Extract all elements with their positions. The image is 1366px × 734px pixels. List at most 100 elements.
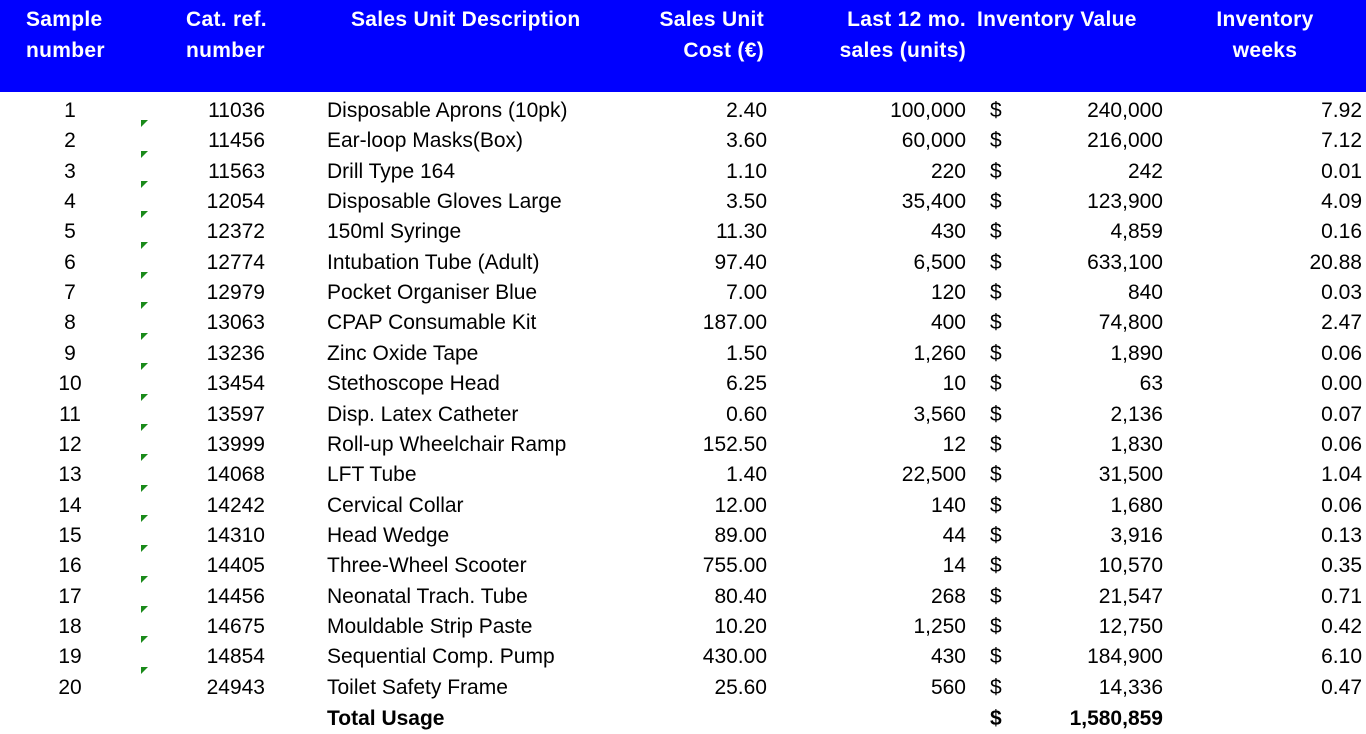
cell-cat-ref[interactable]: 14405 (160, 551, 265, 581)
cell-inventory-weeks[interactable]: 0.42 (1200, 612, 1362, 642)
cell-unit-cost[interactable]: 3.50 (640, 187, 767, 217)
cell-inventory-weeks[interactable]: 0.13 (1200, 521, 1362, 551)
cell-inventory-weeks[interactable]: 6.10 (1200, 642, 1362, 672)
error-indicator-icon[interactable] (141, 181, 148, 189)
cell-inventory-weeks[interactable]: 0.07 (1200, 400, 1362, 430)
cell-inventory-value[interactable]: 4,859 (1010, 217, 1163, 247)
cell-inventory-value[interactable]: 216,000 (1010, 126, 1163, 156)
cell-inventory-weeks[interactable]: 20.88 (1200, 248, 1362, 278)
cell-sample-number[interactable]: 13 (30, 460, 110, 490)
cell-sample-number[interactable]: 6 (30, 248, 110, 278)
error-indicator-icon[interactable] (141, 605, 148, 613)
cell-sample-number[interactable]: 16 (30, 551, 110, 581)
cell-sales-units[interactable]: 400 (800, 308, 966, 338)
error-indicator-icon[interactable] (141, 150, 148, 158)
error-indicator-icon[interactable] (141, 363, 148, 371)
cell-description[interactable]: Intubation Tube (Adult) (327, 248, 627, 278)
cell-sample-number[interactable]: 19 (30, 642, 110, 672)
cell-description[interactable]: Toilet Safety Frame (327, 673, 627, 703)
cell-description[interactable]: Stethoscope Head (327, 369, 627, 399)
header-inventory-value[interactable]: Inventory Value (977, 4, 1137, 35)
cell-sample-number[interactable]: 12 (30, 430, 110, 460)
cell-sales-units[interactable]: 10 (800, 369, 966, 399)
cell-description[interactable]: Roll-up Wheelchair Ramp (327, 430, 627, 460)
cell-inventory-value[interactable]: 10,570 (1010, 551, 1163, 581)
cell-unit-cost[interactable]: 187.00 (640, 308, 767, 338)
cell-cat-ref[interactable]: 13454 (160, 369, 265, 399)
cell-unit-cost[interactable]: 11.30 (640, 217, 767, 247)
cell-sales-units[interactable]: 430 (800, 642, 966, 672)
cell-inventory-value[interactable]: 2,136 (1010, 400, 1163, 430)
cell-sales-units[interactable]: 268 (800, 582, 966, 612)
cell-sample-number[interactable]: 14 (30, 491, 110, 521)
cell-inventory-weeks[interactable]: 0.06 (1200, 339, 1362, 369)
cell-cat-ref[interactable]: 11563 (160, 157, 265, 187)
cell-inventory-value[interactable]: 240,000 (1010, 96, 1163, 126)
cell-inventory-value[interactable]: 74,800 (1010, 308, 1163, 338)
error-indicator-icon[interactable] (141, 575, 148, 583)
cell-inventory-value[interactable]: 840 (1010, 278, 1163, 308)
cell-unit-cost[interactable]: 3.60 (640, 126, 767, 156)
cell-unit-cost[interactable]: 89.00 (640, 521, 767, 551)
cell-inventory-value[interactable]: 1,680 (1010, 491, 1163, 521)
cell-sample-number[interactable]: 18 (30, 612, 110, 642)
cell-cat-ref[interactable]: 13999 (160, 430, 265, 460)
cell-unit-cost[interactable]: 12.00 (640, 491, 767, 521)
cell-unit-cost[interactable]: 430.00 (640, 642, 767, 672)
cell-sample-number[interactable]: 11 (30, 400, 110, 430)
cell-cat-ref[interactable]: 13236 (160, 339, 265, 369)
cell-sample-number[interactable]: 7 (30, 278, 110, 308)
cell-inventory-value[interactable]: 184,900 (1010, 642, 1163, 672)
header-sample-number[interactable]: Sample number (26, 4, 105, 66)
cell-cat-ref[interactable]: 14456 (160, 582, 265, 612)
error-indicator-icon[interactable] (141, 272, 148, 280)
cell-sample-number[interactable]: 5 (30, 217, 110, 247)
cell-description[interactable]: Pocket Organiser Blue (327, 278, 627, 308)
cell-sales-units[interactable]: 14 (800, 551, 966, 581)
cell-inventory-value[interactable]: 63 (1010, 369, 1163, 399)
error-indicator-icon[interactable] (141, 423, 148, 431)
cell-sales-units[interactable]: 35,400 (800, 187, 966, 217)
cell-inventory-weeks[interactable]: 0.01 (1200, 157, 1362, 187)
cell-inventory-value[interactable]: 1,890 (1010, 339, 1163, 369)
cell-inventory-weeks[interactable]: 0.16 (1200, 217, 1362, 247)
cell-sample-number[interactable]: 1 (30, 96, 110, 126)
cell-description[interactable]: Three-Wheel Scooter (327, 551, 627, 581)
header-cat-ref-number[interactable]: Cat. ref. number (186, 4, 267, 66)
cell-unit-cost[interactable]: 1.50 (640, 339, 767, 369)
error-indicator-icon[interactable] (141, 211, 148, 219)
cell-cat-ref[interactable]: 12774 (160, 248, 265, 278)
cell-sample-number[interactable]: 17 (30, 582, 110, 612)
cell-sales-units[interactable]: 60,000 (800, 126, 966, 156)
cell-description[interactable]: 150ml Syringe (327, 217, 627, 247)
cell-sales-units[interactable]: 560 (800, 673, 966, 703)
error-indicator-icon[interactable] (141, 636, 148, 644)
cell-sample-number[interactable]: 2 (30, 126, 110, 156)
cell-sales-units[interactable]: 22,500 (800, 460, 966, 490)
cell-sample-number[interactable]: 15 (30, 521, 110, 551)
cell-description[interactable]: Sequential Comp. Pump (327, 642, 627, 672)
cell-inventory-weeks[interactable]: 2.47 (1200, 308, 1362, 338)
cell-description[interactable]: Neonatal Trach. Tube (327, 582, 627, 612)
total-label[interactable]: Total Usage (327, 704, 627, 734)
cell-unit-cost[interactable]: 80.40 (640, 582, 767, 612)
cell-cat-ref[interactable]: 14854 (160, 642, 265, 672)
cell-inventory-weeks[interactable]: 0.35 (1200, 551, 1362, 581)
total-value[interactable]: 1,580,859 (1010, 704, 1163, 734)
cell-description[interactable]: Zinc Oxide Tape (327, 339, 627, 369)
cell-description[interactable]: Disp. Latex Catheter (327, 400, 627, 430)
cell-description[interactable]: LFT Tube (327, 460, 627, 490)
cell-cat-ref[interactable]: 14242 (160, 491, 265, 521)
cell-sales-units[interactable]: 430 (800, 217, 966, 247)
cell-unit-cost[interactable]: 1.10 (640, 157, 767, 187)
cell-sales-units[interactable]: 12 (800, 430, 966, 460)
header-unit-cost[interactable]: Sales Unit Cost (€) (600, 4, 764, 66)
cell-sales-units[interactable]: 6,500 (800, 248, 966, 278)
header-description[interactable]: Sales Unit Description (351, 4, 581, 35)
cell-cat-ref[interactable]: 11036 (160, 96, 265, 126)
cell-inventory-value[interactable]: 12,750 (1010, 612, 1163, 642)
cell-inventory-weeks[interactable]: 0.03 (1200, 278, 1362, 308)
cell-cat-ref[interactable]: 14068 (160, 460, 265, 490)
cell-inventory-value[interactable]: 1,830 (1010, 430, 1163, 460)
cell-unit-cost[interactable]: 6.25 (640, 369, 767, 399)
